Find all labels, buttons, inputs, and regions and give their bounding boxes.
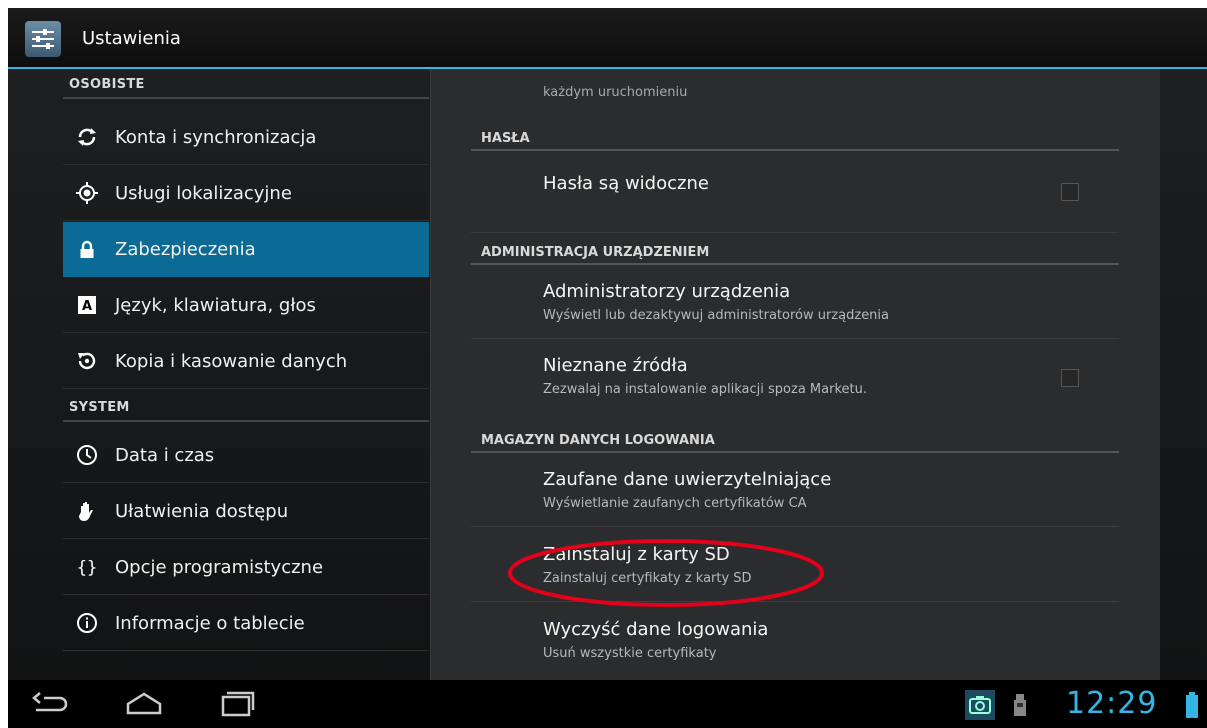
unknown-sources-checkbox[interactable] [1061, 369, 1079, 387]
sync-icon [73, 123, 101, 151]
sidebar-item-security[interactable]: Zabezpieczenia [63, 222, 429, 277]
sidebar-item-developer-options[interactable]: {} Opcje programistyczne [63, 540, 429, 595]
security-settings-pane: każdym uruchomieniu HASŁA Hasła są widoc… [430, 69, 1160, 680]
info-icon [73, 609, 101, 637]
recent-apps-button[interactable] [217, 688, 257, 720]
sidebar-item-accounts-sync[interactable]: Konta i synchronizacja [63, 110, 429, 165]
section-header-device-admin: ADMINISTRACJA URZĄDZENIEM [471, 235, 1119, 265]
category-header-system: SYSTEM [63, 394, 429, 422]
svg-text:A: A [82, 299, 92, 314]
sidebar-item-label: Data i czas [115, 444, 215, 466]
sidebar-item-label: Kopia i kasowanie danych [115, 350, 348, 372]
sidebar-item-label: Zabezpieczenia [115, 239, 256, 260]
settings-icon[interactable] [25, 21, 61, 57]
sidebar-item-label: Usługi lokalizacyjne [115, 182, 292, 204]
backup-icon [73, 347, 101, 375]
sidebar-item-language[interactable]: A Język, klawiatura, głos [63, 278, 429, 333]
status-clock: 12:29 [1066, 686, 1158, 721]
screenshot-icon [965, 690, 995, 720]
home-icon [126, 692, 162, 715]
sidebar-item-label: Informacje o tablecie [115, 612, 305, 634]
action-bar: Ustawienia [8, 8, 1207, 69]
sidebar-item-label: Język, klawiatura, głos [115, 294, 316, 316]
category-header-personal: OSOBISTE [63, 71, 429, 99]
usb-icon [1011, 692, 1029, 718]
sidebar-item-label: Opcje programistyczne [115, 556, 324, 578]
recent-apps-icon [221, 691, 255, 717]
pref-summary: Zainstaluj certyfikaty z karty SD [543, 571, 752, 586]
pref-show-passwords[interactable]: Hasła są widoczne [471, 153, 1119, 233]
pref-clear-credentials[interactable]: Wyczyść dane logowania Usuń wszystkie ce… [471, 605, 1119, 677]
braces-icon: {} [73, 553, 101, 581]
pref-install-from-sd[interactable]: Zainstaluj z karty SD Zainstaluj certyfi… [471, 530, 1119, 602]
pref-summary-partial: każdym uruchomieniu [543, 85, 688, 100]
tablet-screen: Ustawienia OSOBISTE Konta i synchronizac… [8, 8, 1207, 728]
sidebar-item-backup-reset[interactable]: Kopia i kasowanie danych [63, 334, 429, 389]
clock-icon [73, 441, 101, 469]
back-icon [32, 692, 68, 712]
sidebar-item-label: Ułatwienia dostępu [115, 500, 289, 522]
svg-text:{}: {} [77, 558, 97, 578]
pref-unknown-sources[interactable]: Nieznane źródła Zezwalaj na instalowanie… [471, 341, 1119, 413]
pref-trusted-credentials[interactable]: Zaufane dane uwierzytelniające Wyświetla… [471, 455, 1119, 527]
lock-icon [73, 236, 101, 264]
back-button[interactable] [30, 688, 70, 720]
pref-summary: Zezwalaj na instalowanie aplikacji spoza… [543, 382, 867, 397]
pref-title: Zaufane dane uwierzytelniające [543, 469, 832, 490]
sidebar-item-accessibility[interactable]: Ułatwienia dostępu [63, 484, 429, 539]
home-button[interactable] [124, 688, 164, 720]
pref-title: Nieznane źródła [543, 355, 688, 376]
section-header-credential-storage: MAGAZYN DANYCH LOGOWANIA [471, 423, 1119, 453]
pref-title: Hasła są widoczne [543, 173, 709, 194]
section-header-passwords: HASŁA [471, 121, 1119, 151]
battery-icon [1186, 692, 1198, 718]
location-icon [73, 179, 101, 207]
pref-title: Administratorzy urządzenia [543, 281, 791, 302]
pref-device-administrators[interactable]: Administratorzy urządzenia Wyświetl lub … [471, 267, 1119, 339]
settings-category-list: OSOBISTE Konta i synchronizacja Usługi l… [8, 69, 430, 680]
keyboard-icon: A [73, 291, 101, 319]
content-area: OSOBISTE Konta i synchronizacja Usługi l… [8, 69, 1207, 680]
pref-title: Zainstaluj z karty SD [543, 544, 730, 565]
sidebar-item-about-tablet[interactable]: Informacje o tablecie [63, 596, 429, 651]
app-title: Ustawienia [82, 28, 181, 49]
sidebar-item-location[interactable]: Usługi lokalizacyjne [63, 166, 429, 221]
pref-summary: Wyświetlanie zaufanych certyfikatów CA [543, 496, 807, 511]
show-passwords-checkbox[interactable] [1061, 183, 1079, 201]
hand-icon [73, 497, 101, 525]
pref-summary: Wyświetl lub dezaktywuj administratorów … [543, 308, 890, 323]
pref-title: Wyczyść dane logowania [543, 619, 769, 640]
sidebar-item-label: Konta i synchronizacja [115, 126, 317, 148]
system-bar: 12:29 [8, 680, 1207, 728]
pref-summary: Usuń wszystkie certyfikaty [543, 646, 717, 661]
sidebar-item-date-time[interactable]: Data i czas [63, 428, 429, 483]
